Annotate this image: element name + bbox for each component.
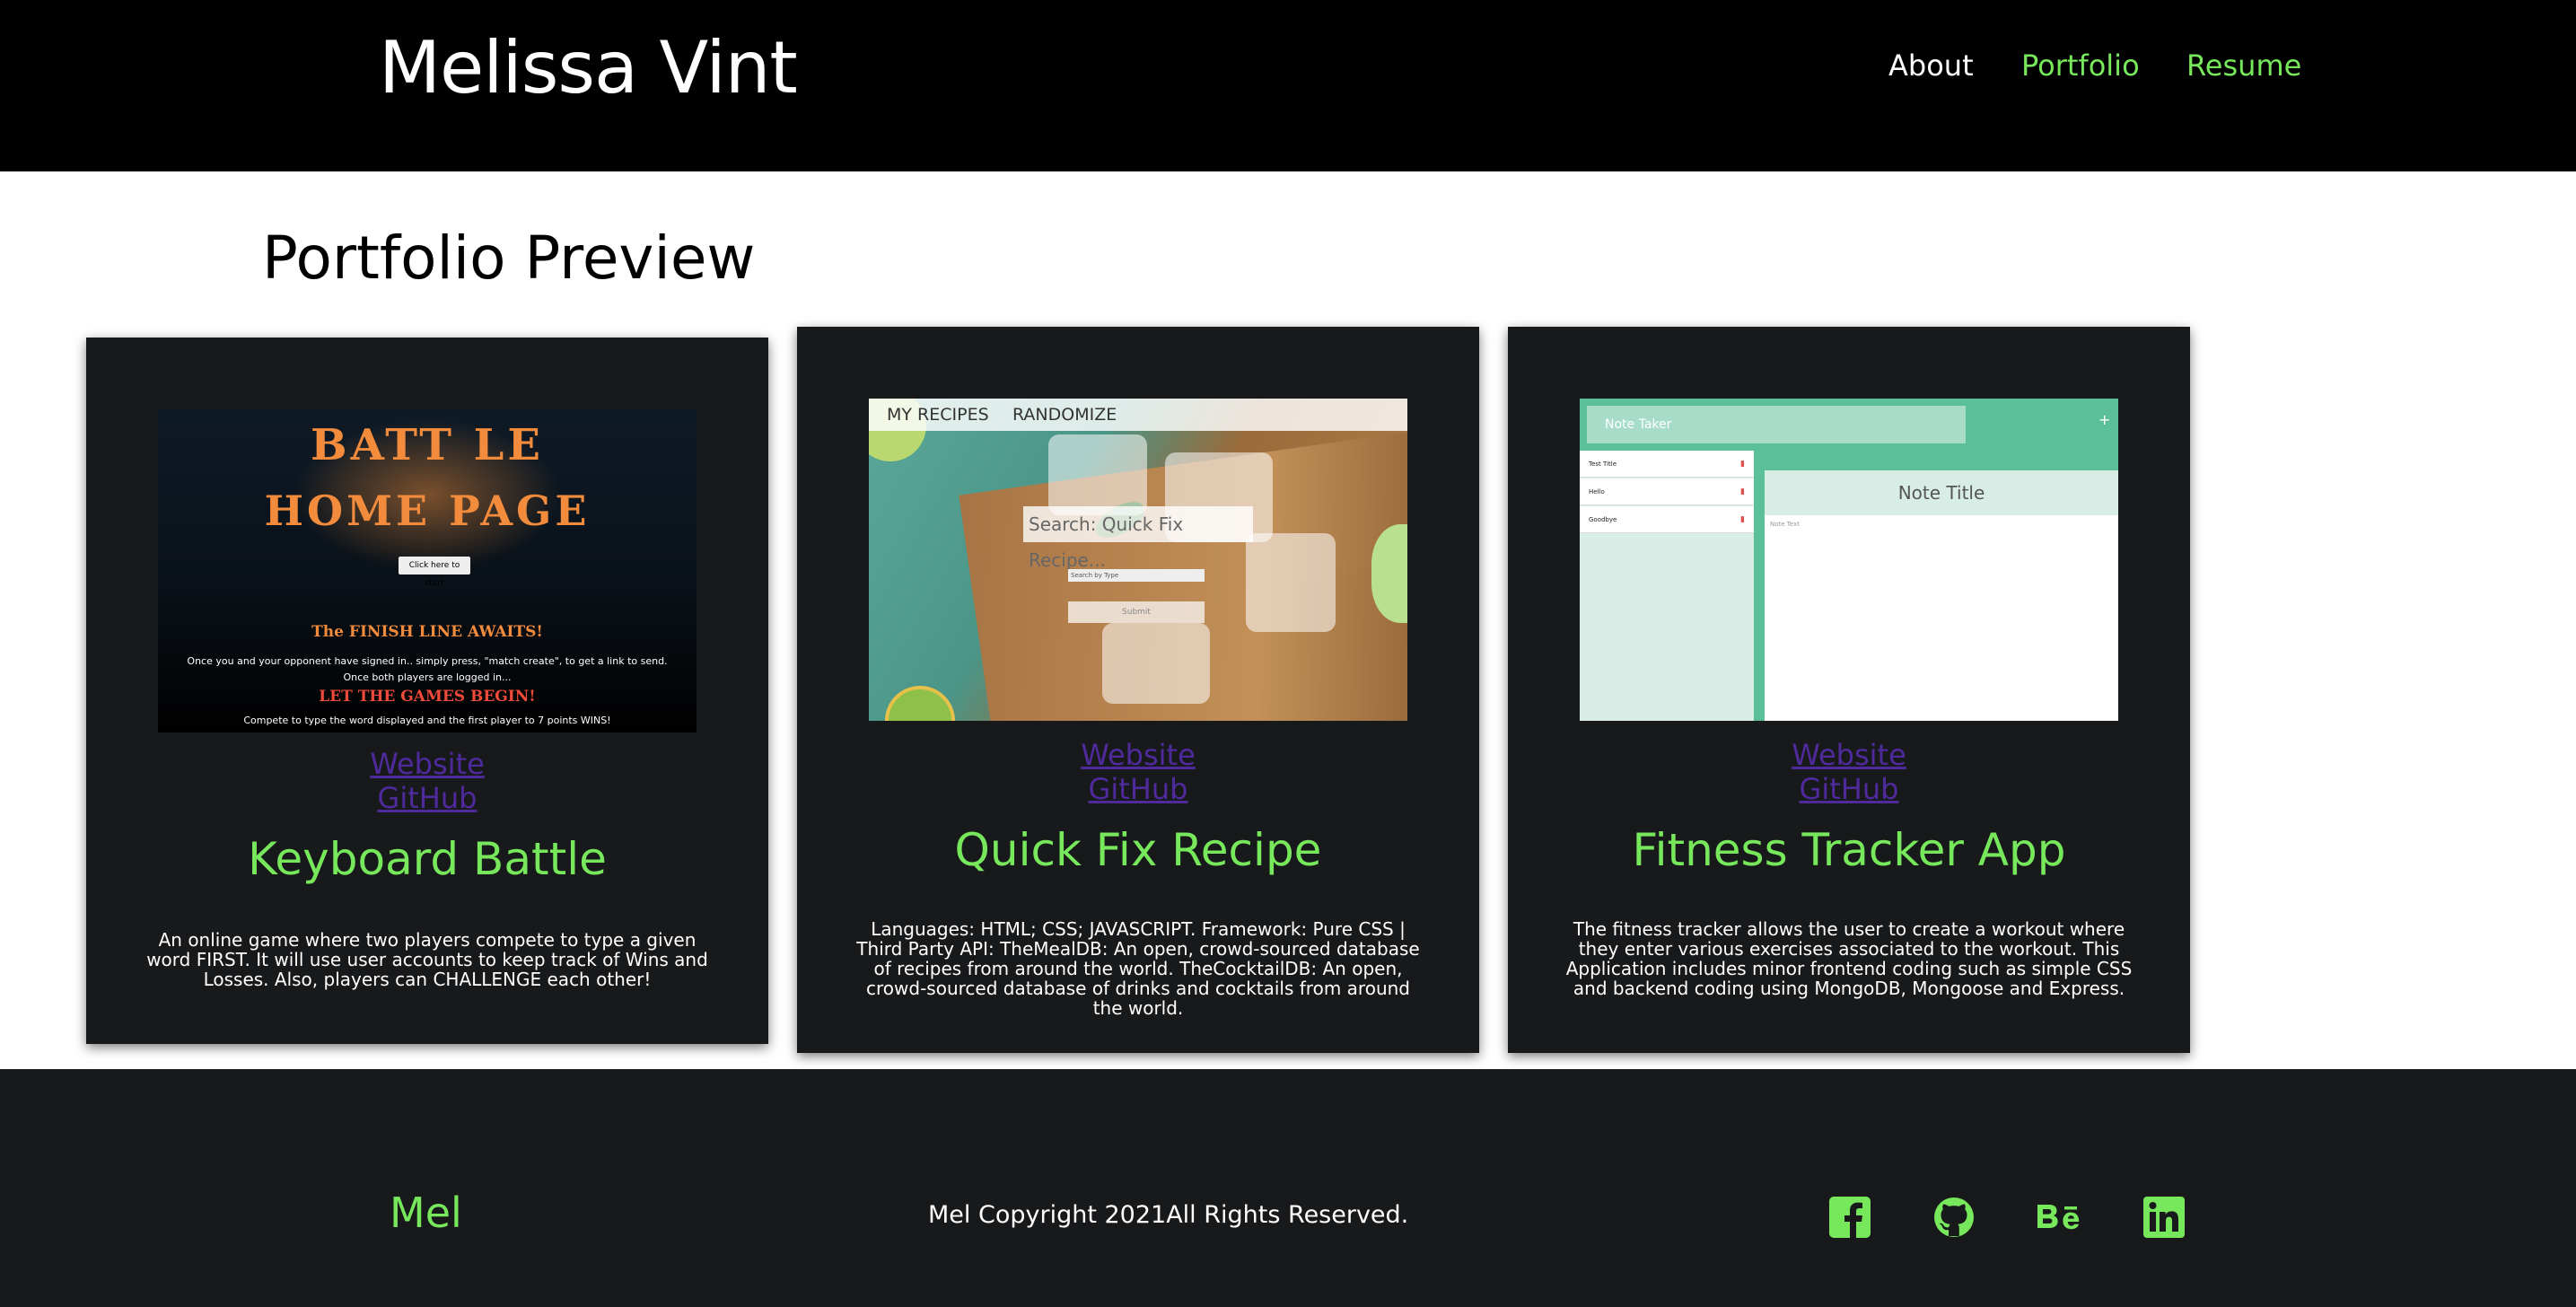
screenshot-search-box: Search: Quick Fix Recipe...	[1023, 506, 1253, 571]
github-icon[interactable]	[1933, 1197, 1975, 1238]
screenshot-select: Search by Type	[1068, 569, 1205, 582]
screenshot-app-title: Note Taker	[1587, 406, 1966, 443]
lime	[885, 686, 955, 721]
project-title: Keyboard Battle	[248, 833, 607, 885]
github-link[interactable]: GitHub	[86, 781, 768, 815]
ice-cube	[1048, 434, 1147, 515]
screenshot-text: Once you and your opponent have signed i…	[187, 655, 668, 667]
screenshot-text: Compete to type the word displayed and t…	[243, 715, 611, 726]
note-item-title: Goodbye	[1589, 516, 1617, 523]
screenshot-heading: The FINISH LINE AWAITS!	[311, 623, 543, 641]
project-card-keyboard-battle: BATT LE HOME PAGE Click here to start Th…	[86, 338, 768, 1044]
facebook-icon[interactable]	[1829, 1197, 1871, 1238]
github-link[interactable]: GitHub	[1508, 772, 2190, 806]
screenshot-note-title: Note Title	[1765, 470, 2118, 515]
screenshot-text: Once both players are logged in...	[343, 671, 512, 683]
plus-icon: +	[2098, 411, 2111, 428]
project-screenshot: BATT LE HOME PAGE Click here to start Th…	[158, 409, 697, 732]
screenshot-start-button: Click here to start	[399, 557, 470, 588]
site-header: Melissa Vint About Portfolio Resume	[0, 0, 2576, 171]
screenshot-banner: LET THE GAMES BEGIN!	[319, 688, 536, 706]
linkedin-icon[interactable]	[2143, 1197, 2185, 1238]
screenshot-submit: Submit	[1068, 601, 1205, 623]
list-item: Hello ▮	[1580, 478, 1754, 505]
project-title: Quick Fix Recipe	[954, 824, 1322, 876]
screenshot-title-line2: HOME PAGE	[264, 487, 591, 535]
copyright-text: Mel Copyright 2021All Rights Reserved.	[928, 1201, 1409, 1229]
ice-cube	[1102, 623, 1210, 704]
github-link[interactable]: GitHub	[797, 772, 1479, 806]
website-link[interactable]: Website	[86, 747, 768, 781]
project-links: Website GitHub	[1508, 738, 2190, 806]
screenshot-title-line1: BATT LE	[311, 420, 544, 470]
note-item-title: Test Title	[1589, 461, 1617, 468]
nav-about[interactable]: About	[1888, 45, 1974, 86]
screenshot-note-text: Note Text	[1770, 521, 1800, 528]
project-card-fitness-tracker: Note Taker + Test Title ▮ Hello ▮ Goodbye ▮…	[1508, 327, 2190, 1053]
project-screenshot: Note Taker + Test Title ▮ Hello ▮ Goodbye ▮…	[1580, 399, 2118, 721]
project-title: Fitness Tracker App	[1632, 824, 2066, 876]
note-item-title: Hello	[1589, 488, 1605, 496]
footer-brand: Mel	[390, 1189, 462, 1237]
list-item: Goodbye ▮	[1580, 506, 1754, 533]
project-description: An online game where two players compete…	[146, 929, 708, 990]
site-footer: Mel Mel Copyright 2021All Rights Reserve…	[0, 1069, 2576, 1307]
screenshot-menu-bar: MY RECIPES RANDOMIZE	[869, 399, 1407, 431]
website-link[interactable]: Website	[1508, 738, 2190, 772]
screenshot-menu-item: MY RECIPES	[887, 405, 989, 425]
project-description: The fitness tracker allows the user to c…	[1565, 918, 2133, 999]
page-title: Portfolio Preview	[262, 224, 756, 293]
trash-icon: ▮	[1740, 487, 1745, 496]
ice-cube	[1246, 533, 1336, 632]
screenshot-note-list: Test Title ▮ Hello ▮ Goodbye ▮	[1580, 451, 1754, 721]
site-title[interactable]: Melissa Vint	[379, 22, 798, 115]
nav-portfolio[interactable]: Portfolio	[2021, 45, 2140, 86]
list-item: Test Title ▮	[1580, 451, 1754, 478]
nav-resume[interactable]: Resume	[2186, 45, 2301, 86]
project-description: Languages: HTML; CSS; JAVASCRIPT. Framew…	[856, 918, 1420, 1019]
trash-icon: ▮	[1740, 460, 1745, 469]
project-screenshot: MY RECIPES RANDOMIZE Search: Quick Fix R…	[869, 399, 1407, 721]
behance-icon[interactable]	[2036, 1197, 2082, 1238]
project-links: Website GitHub	[86, 747, 768, 815]
trash-icon: ▮	[1740, 515, 1745, 524]
website-link[interactable]: Website	[797, 738, 1479, 772]
screenshot-menu-item: RANDOMIZE	[1012, 405, 1117, 425]
project-links: Website GitHub	[797, 738, 1479, 806]
project-card-quick-fix-recipe: MY RECIPES RANDOMIZE Search: Quick Fix R…	[797, 327, 1479, 1053]
